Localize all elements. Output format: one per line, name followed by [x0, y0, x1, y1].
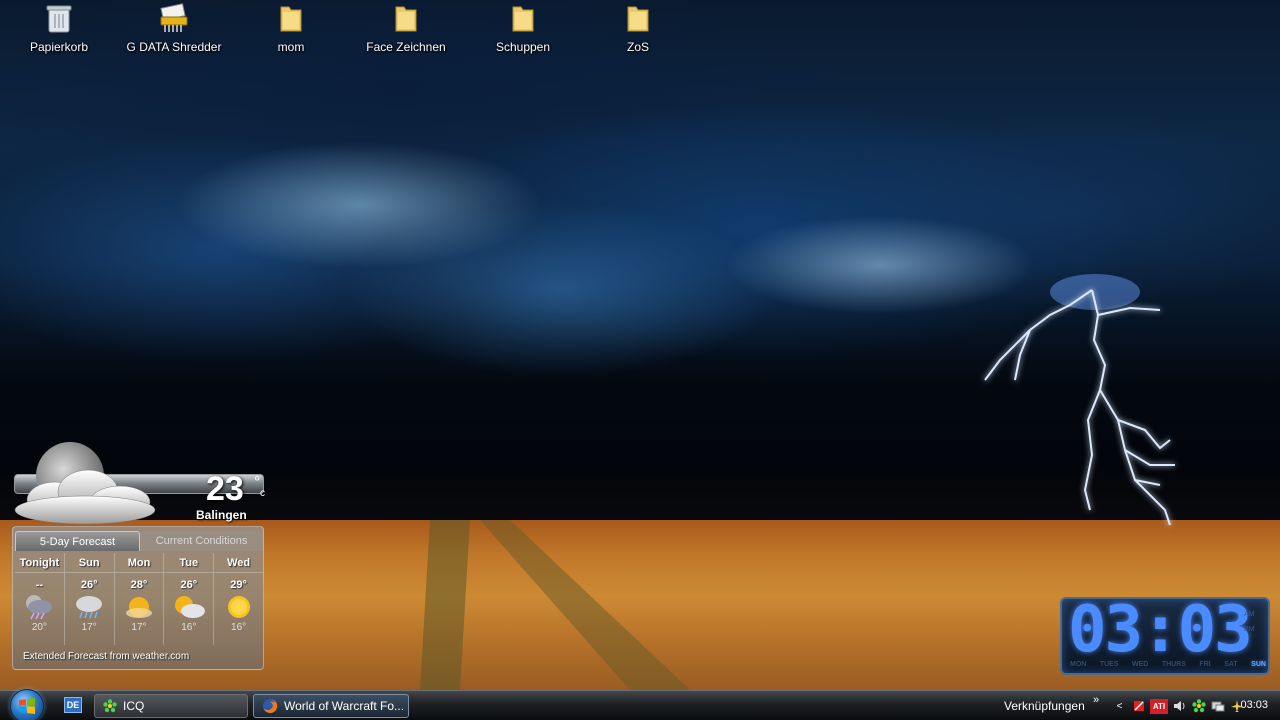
icq-flower-icon	[103, 699, 117, 713]
taskbar: DE ICQ World of Warcraft Fo... Verknüpfu…	[0, 689, 1280, 720]
forecast-panel: 5-Day Forecast Current Conditions Tonigh…	[12, 526, 264, 670]
low-temp: 17°	[131, 622, 147, 633]
desktop-icon-label: Schuppen	[495, 40, 551, 54]
low-temp: 16°	[181, 622, 197, 633]
forecast-days: Tonight -- 20° Sun 26° 17° Mon 28° 17° T…	[15, 553, 263, 645]
day-name: Tue	[164, 553, 214, 573]
weekday-label: MON	[1070, 661, 1087, 668]
start-button[interactable]	[10, 689, 44, 720]
firefox-icon	[263, 698, 278, 713]
low-temp: 16°	[231, 622, 247, 633]
high-temp: --	[35, 579, 44, 591]
city-name: Balingen	[196, 508, 247, 522]
antivirus-icon[interactable]	[1131, 699, 1146, 714]
desktop-icon-label: Face Zeichnen	[366, 40, 446, 54]
taskbar-button-icq[interactable]: ICQ	[94, 694, 248, 718]
tab-current-conditions[interactable]: Current Conditions	[140, 531, 263, 551]
desktop-icon-label: G DATA Shredder	[126, 40, 222, 54]
sunny-icon	[227, 596, 250, 618]
current-temperature: 23	[206, 470, 244, 508]
day-name: Tonight	[15, 553, 64, 573]
forecast-day: Tue 26° 16°	[164, 553, 215, 645]
weekday-label: FRI	[1199, 661, 1211, 668]
weekday-row: MON TUES WED THURS FRI SAT SUN	[1070, 661, 1266, 668]
recycle-bin-icon	[43, 2, 75, 34]
taskbar-clock[interactable]: 03:03	[1240, 699, 1268, 711]
folder-icon	[507, 2, 539, 34]
folder-icon	[622, 2, 654, 34]
high-temp: 26°	[80, 579, 98, 591]
high-temp: 26°	[180, 579, 198, 591]
extended-forecast-link[interactable]: Extended Forecast from weather.com	[23, 651, 189, 662]
temperature-unit: c	[260, 488, 265, 499]
desktop-icon-folder-mom[interactable]: mom	[236, 2, 346, 58]
desktop-icon-folder-face-zeichnen[interactable]: Face Zeichnen	[351, 2, 461, 58]
desktop-icon-label: mom	[277, 40, 305, 54]
weekday-label: THURS	[1161, 661, 1186, 668]
show-hidden-icons-arrow[interactable]: <	[1112, 699, 1127, 714]
am-label: AM	[1244, 611, 1255, 618]
forecast-day: Wed 29° 16°	[214, 553, 263, 645]
low-temp: 20°	[31, 622, 47, 633]
forecast-day: Tonight -- 20°	[15, 553, 65, 645]
tab-5-day-forecast[interactable]: 5-Day Forecast	[15, 531, 140, 551]
weekday-label: SAT	[1224, 661, 1238, 668]
network-icon[interactable]	[1210, 699, 1225, 714]
windows-logo-icon	[19, 698, 35, 714]
day-name: Wed	[214, 553, 263, 573]
mostly-cloudy-icon	[174, 596, 205, 618]
high-temp: 29°	[230, 579, 247, 591]
digital-clock-gadget[interactable]: 03:03 AM PM MON TUES WED THURS FRI SAT S…	[1060, 593, 1270, 675]
partly-sunny-icon	[125, 597, 152, 618]
weekday-label: TUES	[1099, 661, 1119, 668]
day-name: Sun	[64, 553, 114, 573]
am-pm-indicator: AM PM	[1244, 607, 1255, 637]
forecast-day: Sun 26° 17°	[64, 553, 115, 645]
pm-label: PM	[1244, 626, 1255, 633]
volume-icon[interactable]	[1172, 699, 1187, 714]
taskbar-button-firefox[interactable]: World of Warcraft Fo...	[253, 694, 409, 718]
weather-gadget[interactable]: 23 ° c Balingen 5-Day Forecast Current C…	[10, 440, 266, 672]
forecast-tabs: 5-Day Forecast Current Conditions	[15, 531, 263, 551]
day-name: Mon	[114, 553, 164, 573]
clock-time: 03:03	[1068, 593, 1253, 667]
icq-tray-icon[interactable]	[1191, 699, 1206, 714]
language-indicator[interactable]: DE	[64, 697, 82, 713]
desktop-icon-folder-schuppen[interactable]: Schuppen	[468, 2, 578, 58]
lightning-bolt	[984, 274, 1175, 526]
weekday-label: WED	[1131, 661, 1149, 668]
forecast-day: Mon 28° 17°	[114, 553, 165, 645]
desktop-icon-label: Papierkorb	[29, 40, 89, 54]
low-temp: 17°	[81, 622, 97, 633]
folder-icon	[390, 2, 422, 34]
rain-icon	[76, 596, 103, 619]
desktop-icon-label: ZoS	[626, 40, 649, 54]
ati-catalyst-icon[interactable]: ATI	[1150, 698, 1168, 714]
shredder-icon	[158, 2, 190, 34]
desktop-icon-gdata-shredder[interactable]: G DATA Shredder	[119, 2, 229, 58]
weekday-label-active: SUN	[1251, 661, 1266, 668]
links-overflow-chevron[interactable]: »	[1093, 694, 1099, 706]
moon-cloud-icon	[14, 442, 156, 525]
links-toolbar-label[interactable]: Verknüpfungen	[1004, 699, 1085, 713]
desktop-icon-folder-zos[interactable]: ZoS	[583, 2, 693, 58]
taskbar-button-label: ICQ	[123, 699, 145, 713]
high-temp: 28°	[130, 579, 148, 591]
taskbar-button-label: World of Warcraft Fo...	[284, 699, 405, 713]
folder-icon	[275, 2, 307, 34]
night-thunderstorm-icon	[26, 595, 53, 620]
desktop-icon-recycle-bin[interactable]: Papierkorb	[4, 2, 114, 58]
